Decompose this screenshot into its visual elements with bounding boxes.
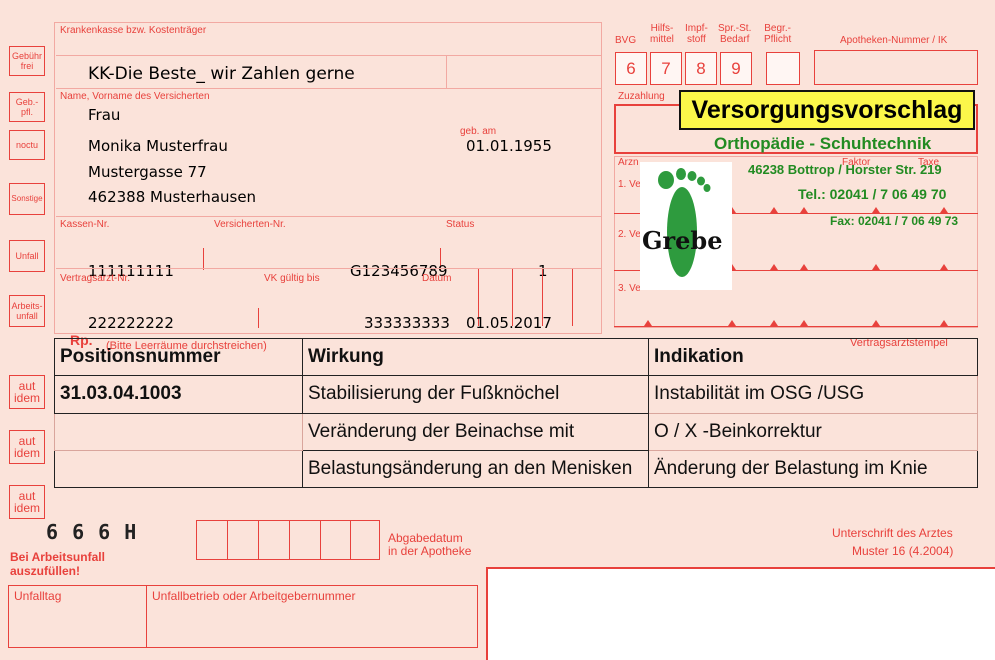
city-value: 462388 Musterhausen: [88, 188, 257, 206]
stamp-tel: Tel.: 02041 / 7 06 49 70: [798, 186, 947, 202]
hilfsmittel-box[interactable]: 7: [650, 52, 682, 85]
salutation-value: Frau: [88, 106, 121, 124]
datum-value: 01.05.2017: [466, 314, 552, 332]
kassen-nr-label: Kassen-Nr.: [60, 219, 110, 230]
geb-pfl-box[interactable]: Geb.- pfl.: [9, 92, 45, 122]
abgabedatum-boxes[interactable]: [196, 520, 380, 560]
insurer-label: Krankenkasse bzw. Kostenträger: [60, 25, 207, 36]
status-label: Status: [446, 219, 475, 230]
sonstige-box[interactable]: Sonstige: [9, 183, 45, 215]
row3-indikation: Änderung der Belastung im Knie: [648, 449, 978, 489]
name-value: Monika Musterfrau: [88, 137, 228, 155]
vk-label: VK gültig bis: [264, 273, 320, 284]
form-cutout: [486, 568, 995, 660]
bei-arbeitsunfall-label: Bei Arbeitsunfall auszufüllen!: [10, 550, 105, 578]
stamp-title: Versorgungsvorschlag: [679, 90, 975, 130]
sprst-box[interactable]: 9: [720, 52, 752, 85]
hilfsmittel-label: Hilfs- mittel: [650, 23, 674, 45]
stamp-subtitle: Orthopädie - Schuhtechnik: [714, 134, 932, 153]
bvg-box[interactable]: 6: [615, 52, 647, 85]
stamp-address: 46238 Bottrop / Horster Str. 219: [748, 162, 942, 177]
unfallbetrieb-label: Unfallbetrieb oder Arbeitgebernummer: [152, 589, 356, 603]
dob-label: geb. am: [460, 126, 497, 137]
begr-label: Begr.- Pflicht: [764, 23, 792, 45]
stamp-fax: Fax: 02041 / 7 06 49 73: [830, 214, 959, 228]
arbeitsunfall-box[interactable]: Arbeits- unfall: [9, 295, 45, 327]
dob-value: 01.01.1955: [466, 137, 552, 155]
sprst-label: Spr.-St. Bedarf: [718, 23, 752, 45]
impfstoff-box[interactable]: 8: [685, 52, 717, 85]
abgabedatum-label: Abgabedatum in der Apotheke: [388, 531, 472, 558]
prescription-form: Gebühr frei Geb.- pfl. noctu Sonstige Un…: [0, 0, 995, 660]
name-label: Name, Vorname des Versicherten: [60, 91, 210, 102]
row2-indikation: O / X -Beinkorrektur: [648, 412, 978, 451]
header-positionsnummer: Positionsnummer: [54, 337, 303, 377]
insurer-value: KK-Die Beste_ wir Zahlen gerne: [88, 64, 355, 84]
noctu-box[interactable]: noctu: [9, 130, 45, 160]
versicherten-nr-label: Versicherten-Nr.: [214, 219, 286, 230]
row1-position: 31.03.04.1003: [54, 375, 303, 414]
row1-indikation: Instabilität im OSG /USG: [648, 375, 978, 414]
table-header-row: Positionsnummer Wirkung Indikation: [54, 337, 978, 377]
grebe-logo: Grebe: [640, 162, 732, 290]
apotheken-box[interactable]: [814, 50, 978, 85]
row2-position: [54, 412, 303, 451]
row3-position: [54, 449, 303, 489]
begr-box[interactable]: [766, 52, 800, 85]
row3-wirkung: Belastungsänderung an den Menisken: [302, 449, 649, 489]
grebe-logo-text: Grebe: [642, 226, 723, 255]
zuzahlung-label: Zuzahlung: [618, 91, 665, 102]
barcode-glyphs: 6 6 6 H: [46, 520, 138, 544]
muster-label: Muster 16 (4.2004): [852, 544, 954, 558]
arzt-nr-value: 222222222: [88, 314, 174, 332]
table-row: 31.03.04.1003 Stabilisierung der Fußknöc…: [54, 375, 978, 414]
header-indikation: Indikation: [648, 337, 978, 377]
unfalltag-label: Unfalltag: [14, 589, 62, 603]
vk-value: 333333333: [364, 314, 450, 332]
bvg-label: BVG: [615, 35, 637, 46]
street-value: Mustergasse 77: [88, 163, 207, 181]
positions-table: Positionsnummer Wirkung Indikation 31.03…: [54, 337, 978, 489]
apotheken-label: Apotheken-Nummer / IK: [840, 35, 948, 46]
table-row: Veränderung der Beinachse mit O / X -Bei…: [54, 412, 978, 451]
row1-wirkung: Stabilisierung der Fußknöchel: [302, 375, 649, 414]
unfall-box[interactable]: Unfall: [9, 240, 45, 272]
aut-idem-box-2[interactable]: aut idem: [9, 430, 45, 464]
gebuehr-frei-box[interactable]: Gebühr frei: [9, 46, 45, 76]
header-wirkung: Wirkung: [302, 337, 649, 377]
aut-idem-box-3[interactable]: aut idem: [9, 485, 45, 519]
row2-wirkung: Veränderung der Beinachse mit: [302, 412, 649, 451]
aut-idem-box-1[interactable]: aut idem: [9, 375, 45, 409]
table-row: Belastungsänderung an den Menisken Änder…: [54, 449, 978, 489]
impfstoff-label: Impf- stoff: [685, 23, 708, 45]
arzt-nr-label: Vertragsarzt-Nr.: [60, 273, 131, 284]
unterschrift-label: Unterschrift des Arztes: [832, 526, 953, 540]
datum-label: Datum: [422, 273, 452, 284]
